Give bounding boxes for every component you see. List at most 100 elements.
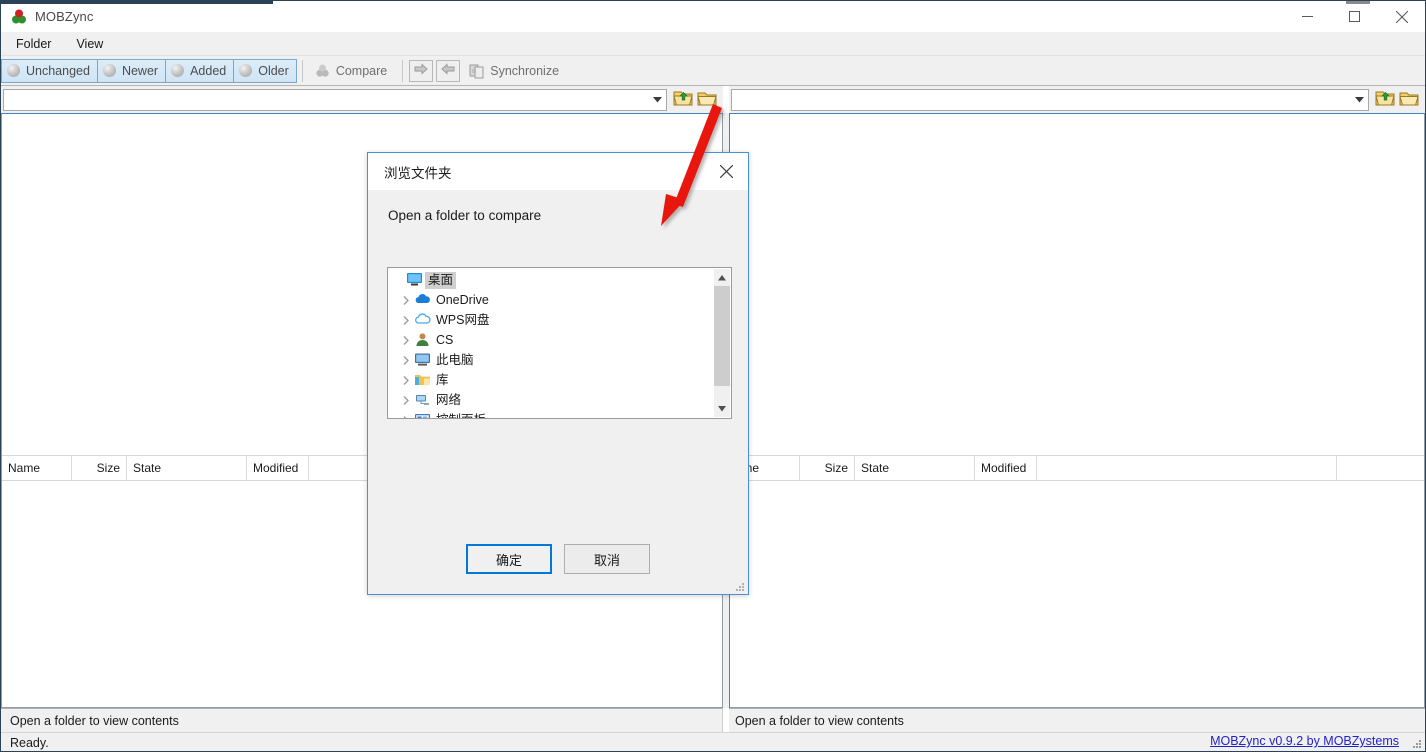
tree-node[interactable]: WPS网盘 — [388, 310, 714, 330]
window-top-accent — [1, 1, 273, 4]
toolbar-filter-added-label: Added — [190, 63, 227, 78]
arrow-right-icon — [414, 62, 428, 80]
dialog-resize-grip-icon[interactable] — [733, 580, 745, 592]
arrow-left-icon — [441, 62, 455, 80]
this-pc-icon — [414, 352, 431, 368]
scroll-down-icon[interactable] — [714, 400, 730, 417]
about-link[interactable]: MOBZync v0.9.2 by MOBZystems — [1210, 734, 1399, 748]
window-controls — [1284, 1, 1425, 32]
tree-node[interactable]: OneDrive — [388, 290, 714, 310]
path-input-right[interactable] — [732, 89, 1351, 110]
compare-button[interactable]: Compare — [309, 59, 396, 83]
mobzync-window: MOBZync Folder View Unchanged Newer Adde… — [0, 0, 1426, 752]
toolbar-filter-older[interactable]: Older — [233, 58, 297, 83]
column-header-modified[interactable]: Modified — [247, 456, 309, 480]
wpscloud-icon — [414, 312, 431, 328]
right-panel-file-list[interactable] — [730, 481, 1424, 707]
tree-node[interactable]: 桌面 — [388, 270, 714, 290]
unchanged-status-icon — [7, 64, 20, 77]
scrollbar-track[interactable] — [714, 286, 730, 400]
chevron-right-icon[interactable] — [398, 372, 414, 388]
toolbar-filter-unchanged[interactable]: Unchanged — [1, 58, 98, 83]
column-header-state[interactable]: State — [127, 456, 247, 480]
copy-right-button[interactable] — [409, 59, 434, 82]
toolbar-filter-newer[interactable]: Newer — [96, 58, 167, 83]
window-title: MOBZync — [35, 9, 94, 24]
folder-tree[interactable]: 桌面OneDriveWPS网盘CS此电脑库网络控制面板回收站ICO安下载河东软件… — [387, 267, 732, 419]
column-header-modified[interactable]: Modified — [975, 456, 1037, 480]
libraries-icon — [414, 372, 431, 388]
synchronize-button[interactable]: Synchronize — [463, 59, 568, 83]
close-icon[interactable] — [704, 153, 748, 190]
toolbar-filter-added[interactable]: Added — [165, 58, 235, 83]
tree-node[interactable]: 控制面板 — [388, 410, 714, 418]
desktop-icon — [406, 272, 423, 288]
path-tools-left — [667, 87, 723, 113]
path-combo-left[interactable] — [3, 88, 667, 111]
tree-node-label: OneDrive — [436, 292, 489, 307]
tree-node-label: 桌面 — [425, 271, 457, 289]
chevron-down-icon[interactable] — [649, 89, 666, 110]
folder-icon-right[interactable] — [1399, 89, 1421, 111]
copy-left-button[interactable] — [436, 59, 461, 82]
chevron-right-icon[interactable] — [398, 312, 414, 328]
older-status-icon — [239, 64, 253, 77]
path-input-left[interactable] — [4, 89, 649, 110]
right-panel: Name Size State Modified — [721, 113, 1425, 708]
newer-status-icon — [102, 64, 116, 77]
control-panel-icon — [414, 412, 431, 418]
tree-node[interactable]: CS — [388, 330, 714, 350]
column-header-state[interactable]: State — [855, 456, 975, 480]
column-header-size[interactable]: Size — [72, 456, 127, 480]
chevron-right-icon[interactable] — [398, 412, 414, 418]
onedrive-icon — [414, 292, 431, 308]
open-folder-up-icon-right[interactable] — [1375, 89, 1397, 111]
path-bar-left — [1, 86, 723, 113]
ok-button[interactable]: 确定 — [466, 544, 552, 574]
tree-node[interactable]: 网络 — [388, 390, 714, 410]
mobzync-logo-icon — [11, 9, 27, 25]
right-panel-tree-area[interactable] — [730, 114, 1424, 455]
path-combo-right[interactable] — [731, 88, 1369, 111]
minimize-button[interactable] — [1284, 1, 1331, 32]
folder-tree-scrollbar[interactable] — [714, 269, 730, 417]
dialog-title: 浏览文件夹 — [384, 165, 452, 181]
toolbar-separator-2 — [402, 59, 404, 82]
scroll-up-icon[interactable] — [714, 269, 730, 286]
resize-grip-icon[interactable] — [1410, 738, 1422, 750]
chevron-right-icon[interactable] — [398, 332, 414, 348]
column-header-extra[interactable] — [1037, 456, 1337, 480]
left-panel-status: Open a folder to view contents — [1, 708, 723, 732]
added-status-icon — [171, 64, 185, 77]
tree-node-label: 网络 — [436, 392, 462, 407]
dialog-title-bar: 浏览文件夹 — [368, 153, 748, 190]
synchronize-icon — [469, 64, 484, 78]
browse-folder-dialog: 浏览文件夹 Open a folder to compare 桌面 OneDriv… — [367, 152, 749, 595]
network-icon — [414, 392, 431, 408]
chevron-right-icon[interactable] — [398, 352, 414, 368]
right-panel-status: Open a folder to view contents — [729, 708, 1425, 732]
column-header-size[interactable]: Size — [800, 456, 855, 480]
scrollbar-thumb[interactable] — [714, 286, 730, 386]
folder-tree-items[interactable]: 桌面OneDriveWPS网盘CS此电脑库网络控制面板回收站ICO安下载河东软件… — [388, 268, 714, 418]
toolbar-filter-newer-label: Newer — [121, 63, 159, 78]
chevron-right-icon[interactable] — [398, 392, 414, 408]
tree-node[interactable]: 库 — [388, 370, 714, 390]
chevron-down-icon[interactable] — [1351, 89, 1368, 110]
user-icon — [414, 332, 431, 348]
tree-node-label: CS — [436, 332, 454, 347]
tree-node-label: 此电脑 — [436, 352, 474, 367]
maximize-button[interactable] — [1331, 1, 1378, 32]
folder-icon-left[interactable] — [697, 89, 719, 111]
tree-node[interactable]: 此电脑 — [388, 350, 714, 370]
open-folder-up-icon-left[interactable] — [673, 89, 695, 111]
status-bar: Ready. MOBZync v0.9.2 by MOBZystems — [1, 732, 1425, 751]
menu-view[interactable]: View — [66, 34, 113, 54]
dialog-prompt: Open a folder to compare — [388, 208, 542, 223]
menu-folder[interactable]: Folder — [6, 34, 61, 54]
close-button[interactable] — [1378, 1, 1425, 32]
tree-expander-placeholder — [390, 272, 406, 288]
cancel-button[interactable]: 取消 — [564, 544, 650, 574]
column-header-name[interactable]: Name — [2, 456, 72, 480]
chevron-right-icon[interactable] — [398, 292, 414, 308]
